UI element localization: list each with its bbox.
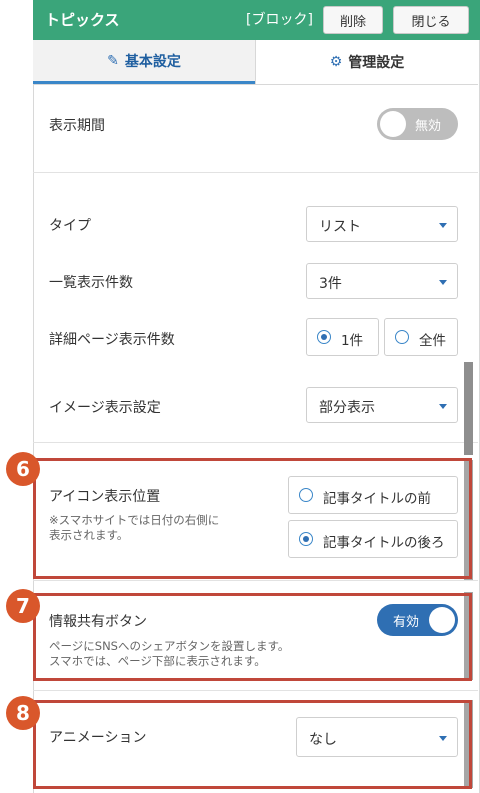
display-period-label: 表示期間 [49, 118, 105, 134]
divider [33, 690, 478, 691]
detail-count-label: 詳細ページ表示件数 [49, 332, 175, 348]
delete-button[interactable]: 削除 [323, 6, 383, 34]
radio-label: 全件 [419, 333, 446, 349]
tab-admin-settings[interactable]: ⚙ 管理設定 [255, 40, 478, 84]
chevron-down-icon [439, 404, 447, 409]
highlight-box-8 [33, 700, 472, 789]
callout-badge-7: 7 [6, 589, 40, 623]
chevron-down-icon [439, 223, 447, 228]
select-value: 3件 [319, 276, 342, 292]
radio-label: 1件 [341, 333, 364, 349]
type-label: タイプ [49, 218, 91, 234]
scrollbar-thumb[interactable] [464, 362, 473, 455]
edit-icon: ✎ [107, 52, 119, 69]
list-count-select[interactable]: 3件 [306, 263, 458, 299]
panel-header: トピックス [ブロック] 削除 閉じる [33, 0, 480, 40]
toggle-label: 無効 [415, 119, 442, 134]
divider [33, 442, 478, 443]
select-value: リスト [319, 219, 361, 235]
type-select[interactable]: リスト [306, 206, 458, 242]
block-label: [ブロック] [246, 12, 313, 28]
detail-count-option-1[interactable]: 1件 [306, 318, 379, 356]
close-button[interactable]: 閉じる [393, 6, 469, 34]
highlight-box-6 [33, 458, 472, 579]
chevron-down-icon [439, 280, 447, 285]
panel-title: トピックス [45, 11, 120, 29]
list-count-label: 一覧表示件数 [49, 275, 133, 291]
radio-selected-icon [317, 330, 331, 344]
toggle-knob [380, 111, 406, 137]
detail-count-option-all[interactable]: 全件 [384, 318, 458, 356]
tab-bar: ✎ 基本設定 ⚙ 管理設定 [33, 40, 478, 85]
radio-unselected-icon [395, 330, 409, 344]
display-period-toggle[interactable]: 無効 [377, 108, 458, 140]
image-setting-select[interactable]: 部分表示 [306, 387, 458, 423]
callout-badge-8: 8 [6, 696, 40, 730]
gear-icon: ⚙ [329, 54, 343, 70]
divider [33, 580, 478, 581]
tab-label: 基本設定 [124, 53, 181, 70]
callout-badge-6: 6 [6, 452, 40, 486]
tab-label: 管理設定 [348, 55, 405, 71]
divider [33, 172, 478, 173]
tab-basic-settings[interactable]: ✎ 基本設定 [33, 40, 255, 84]
highlight-box-7 [33, 593, 472, 681]
image-setting-label: イメージ表示設定 [49, 400, 161, 416]
select-value: 部分表示 [319, 400, 375, 416]
